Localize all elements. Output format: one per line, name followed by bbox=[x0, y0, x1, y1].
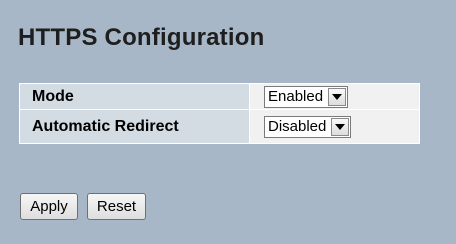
table-row-mode: Mode Enabled bbox=[19, 83, 420, 110]
page-title: HTTPS Configuration bbox=[18, 24, 265, 51]
chevron-down-icon[interactable] bbox=[331, 117, 350, 136]
chevron-down-icon[interactable] bbox=[328, 87, 347, 106]
mode-label: Mode bbox=[19, 83, 250, 110]
mode-select[interactable]: Enabled bbox=[264, 85, 349, 108]
table-row-automatic-redirect: Automatic Redirect Disabled bbox=[19, 109, 420, 144]
mode-select-value: Enabled bbox=[268, 87, 324, 105]
automatic-redirect-select-value: Disabled bbox=[268, 117, 327, 135]
mode-value-cell: Enabled bbox=[249, 83, 420, 110]
automatic-redirect-value-cell: Disabled bbox=[249, 109, 420, 144]
automatic-redirect-label: Automatic Redirect bbox=[19, 109, 250, 144]
https-config-table: Mode Enabled Automatic Redirect Disabled bbox=[19, 83, 420, 144]
reset-button[interactable]: Reset bbox=[87, 193, 146, 220]
apply-button[interactable]: Apply bbox=[20, 193, 78, 220]
automatic-redirect-select[interactable]: Disabled bbox=[264, 115, 352, 138]
